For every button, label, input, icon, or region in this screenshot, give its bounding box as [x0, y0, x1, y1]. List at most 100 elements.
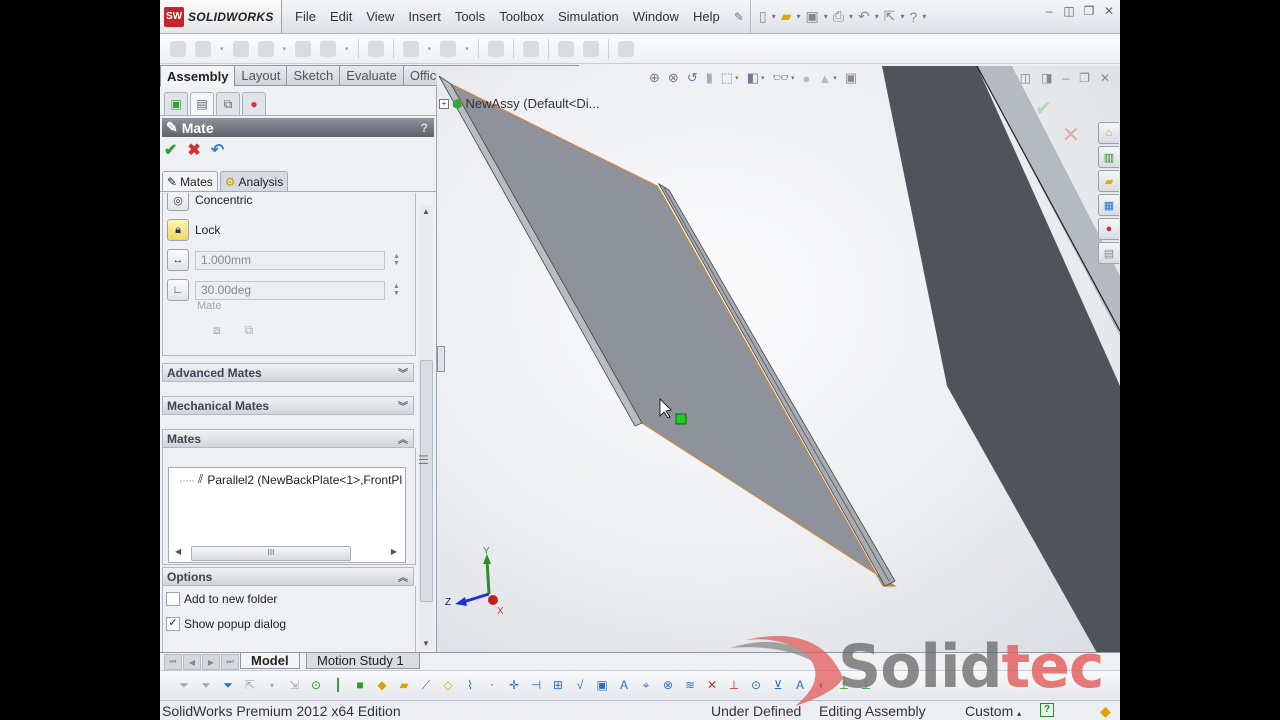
vertical-scrollbar[interactable]: ▲ ▼: [419, 205, 433, 650]
view-palette-icon[interactable]: ▦: [1098, 194, 1119, 216]
custom-properties-icon[interactable]: ▤: [1098, 242, 1119, 264]
menu-insert[interactable]: Insert: [401, 9, 448, 24]
undo-icon[interactable]: ↶: [211, 140, 224, 160]
select-pointer-icon[interactable]: ⇱: [884, 8, 896, 25]
configuration-manager-tab[interactable]: ⧉: [216, 92, 240, 115]
menu-window[interactable]: Window: [626, 9, 686, 24]
assembly-name[interactable]: NewAssy (Default<Di...: [465, 96, 599, 111]
bill-of-materials-icon[interactable]: [522, 40, 539, 57]
smart-fasteners-icon[interactable]: [295, 40, 312, 57]
quick-tips-help-icon[interactable]: ?: [1040, 703, 1054, 717]
scroll-up-icon[interactable]: ▲: [422, 207, 430, 216]
prev-tab-icon[interactable]: ◀: [183, 654, 201, 670]
zoom-to-area-icon[interactable]: ⊗: [668, 70, 679, 86]
save-dropdown-icon[interactable]: ▾: [824, 12, 828, 21]
scroll-right-icon[interactable]: ▶: [391, 547, 397, 556]
mate-icon[interactable]: [232, 40, 249, 57]
help-icon[interactable]: ?: [910, 9, 918, 25]
tab-layout[interactable]: Layout: [235, 65, 288, 86]
back-plate-component[interactable]: [882, 66, 1120, 653]
filter-datum-targets-icon[interactable]: ⊗: [660, 677, 676, 693]
angle-icon[interactable]: ∟: [167, 279, 189, 301]
filter-cosmetic-threads-icon[interactable]: ≋: [682, 677, 698, 693]
dropdown-icon[interactable]: ▾: [220, 45, 224, 53]
menu-help[interactable]: Help: [686, 9, 727, 24]
dropdown-icon[interactable]: ▾: [264, 677, 280, 693]
view-orientation-icon[interactable]: ⬚: [721, 70, 733, 86]
first-tab-icon[interactable]: ⏮: [164, 654, 182, 670]
tab-assembly[interactable]: Assembly: [160, 65, 236, 87]
undo-icon[interactable]: ↶: [858, 8, 870, 25]
solidworks-logo[interactable]: SW SOLIDWORKS: [160, 0, 282, 33]
filter-dimensions-icon[interactable]: ⊞: [550, 677, 566, 693]
toggle-filter-toolbar-icon[interactable]: ⏷: [198, 677, 214, 693]
exploded-view-icon[interactable]: [557, 40, 574, 57]
panel-splitter-handle[interactable]: [437, 346, 445, 372]
concentric-icon[interactable]: ◎: [167, 193, 189, 211]
mates-list[interactable]: ····· ⫽ Parallel2 (NewBackPlate<1>,Front…: [168, 467, 406, 563]
assembly-features-icon[interactable]: [402, 40, 419, 57]
new-part-icon[interactable]: [195, 40, 211, 57]
previous-view-icon[interactable]: ↺: [687, 70, 698, 86]
undo-dropdown-icon[interactable]: ▾: [875, 12, 879, 21]
graphics-area[interactable]: ⊕ ⊗ ↺ ▮ ⬚ ▾ ◧ ▾ 👓︎ ▾ ● ▲ ▾ ▣ ◫ ◨ – ❐ ✕ + ⬢ N…: [437, 66, 1120, 653]
help-dropdown-icon[interactable]: ▾: [922, 12, 926, 21]
filter-edges-icon[interactable]: ┃: [330, 677, 346, 693]
tab-model[interactable]: Model: [240, 653, 300, 669]
dropdown-icon[interactable]: ▾: [833, 74, 837, 82]
view-settings-icon[interactable]: ▣: [845, 70, 857, 86]
show-popup-dialog-option[interactable]: ✓ Show popup dialog: [166, 617, 286, 631]
unit-system-selector[interactable]: Custom ▴: [965, 703, 1021, 719]
flyout-feature-tree[interactable]: + ⬢ NewAssy (Default<Di...: [439, 96, 600, 111]
filter-routing-points-icon[interactable]: ⊻: [770, 677, 786, 693]
tab-mates[interactable]: ✎ Mates: [162, 171, 218, 191]
tag-icon[interactable]: ◆: [1100, 703, 1111, 720]
tile-icon[interactable]: ◫: [1062, 4, 1076, 18]
minimize-icon[interactable]: –: [1042, 4, 1056, 18]
edit-appearance-icon[interactable]: ●: [803, 71, 811, 86]
show-popup-dialog-checkbox[interactable]: ✓: [166, 617, 180, 631]
tab-motion-study-1[interactable]: Motion Study 1: [306, 653, 420, 669]
reference-geometry-icon[interactable]: [440, 40, 457, 57]
filter-faces-icon[interactable]: ■: [352, 677, 368, 693]
filter-routing-icon[interactable]: ⊥: [836, 677, 852, 693]
display-manager-tab[interactable]: ●: [242, 92, 266, 115]
menu-simulation[interactable]: Simulation: [551, 9, 626, 24]
model-canvas[interactable]: [437, 66, 1120, 653]
add-to-new-folder-checkbox[interactable]: [166, 592, 180, 606]
explode-line-sketch-icon[interactable]: [582, 40, 599, 57]
filter-connection-points-icon[interactable]: ⊙: [748, 677, 764, 693]
invert-selection-icon[interactable]: ⇲: [286, 677, 302, 693]
expand-chevron-icon[interactable]: ︾: [398, 398, 408, 413]
help-button[interactable]: ?: [421, 121, 428, 135]
appearances-scenes-icon[interactable]: ●: [1098, 218, 1119, 240]
angle-input[interactable]: 30.00deg: [195, 280, 385, 300]
linear-pattern-icon[interactable]: [257, 40, 274, 57]
property-manager-tab[interactable]: ▤: [190, 92, 214, 115]
show-hidden-icon[interactable]: [367, 40, 384, 57]
dropdown-icon[interactable]: ▾: [791, 74, 795, 82]
add-to-new-folder-option[interactable]: Add to new folder: [166, 592, 277, 606]
cancel-x-icon[interactable]: ✖: [187, 140, 200, 160]
menu-tools[interactable]: Tools: [448, 9, 492, 24]
section-view-icon[interactable]: ▮: [706, 70, 713, 86]
advanced-mates-header[interactable]: Advanced Mates ︾: [162, 363, 414, 382]
pin-menu-icon[interactable]: ✎: [727, 10, 751, 24]
front-plate-component[interactable]: [449, 82, 898, 587]
aligned-icon[interactable]: ⧈: [213, 323, 221, 338]
confirmation-cancel-icon[interactable]: ✕: [1062, 122, 1080, 148]
collapse-chevron-icon[interactable]: ︽: [398, 431, 408, 446]
split-vertical-icon[interactable]: ◨: [1041, 71, 1052, 85]
select-dropdown-icon[interactable]: ▾: [900, 12, 904, 21]
file-explorer-icon[interactable]: ▰: [1098, 170, 1119, 192]
clear-filters-icon[interactable]: ⏷: [220, 677, 236, 693]
open-folder-icon[interactable]: ▰: [781, 8, 792, 25]
list-item[interactable]: ····· ⫽ Parallel2 (NewBackPlate<1>,Front…: [179, 472, 402, 487]
insert-components-icon[interactable]: [170, 40, 186, 57]
save-icon[interactable]: ▣: [806, 8, 819, 25]
angle-spinner[interactable]: ▲ ▼: [393, 283, 400, 297]
scroll-thumb[interactable]: III: [191, 546, 351, 561]
lock-icon[interactable]: 🔒︎: [167, 219, 189, 241]
filter-annotations-icon[interactable]: ⊥: [858, 677, 874, 693]
menu-edit[interactable]: Edit: [323, 9, 359, 24]
